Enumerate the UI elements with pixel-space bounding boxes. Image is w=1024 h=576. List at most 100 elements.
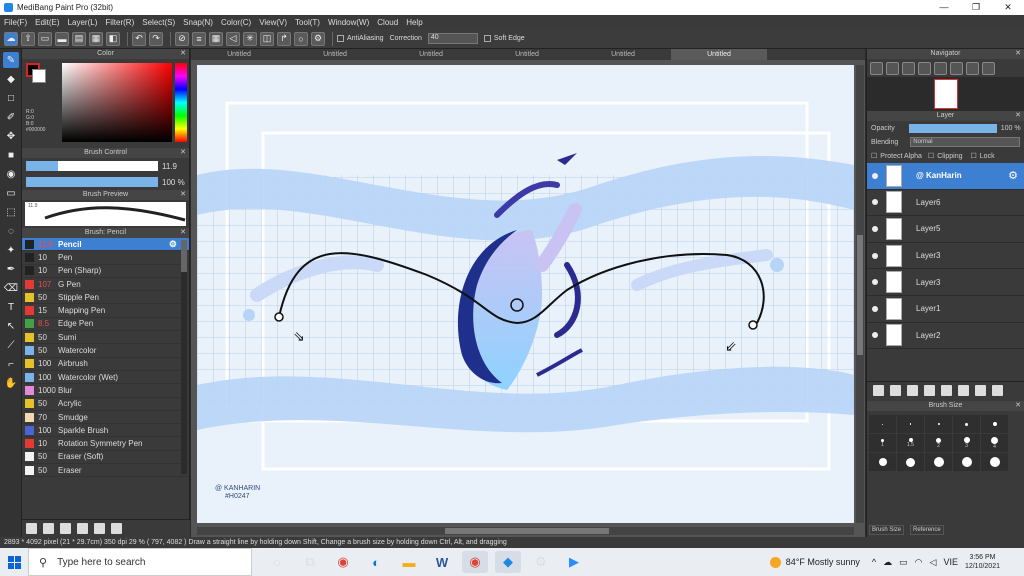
navigator-thumbnail[interactable] <box>934 79 958 109</box>
menu-snap[interactable]: Snap(N) <box>183 18 213 27</box>
close-button[interactable]: ✕ <box>992 0 1024 15</box>
brush-item[interactable]: 50 Acrylic <box>22 397 189 411</box>
wifi-icon[interactable]: ◠ <box>915 557 923 568</box>
select-tool-icon[interactable]: ⬚ <box>3 204 19 220</box>
layer-row[interactable]: Layer6 <box>867 189 1024 217</box>
menu-tool[interactable]: Tool(T) <box>295 18 320 27</box>
clipping-checkbox[interactable]: ☐ <box>928 152 934 160</box>
brush-settings-icon[interactable] <box>43 523 54 534</box>
zoom-out-icon[interactable] <box>886 61 899 75</box>
brush-copy-icon[interactable] <box>60 523 71 534</box>
operation-tool-icon[interactable]: ↖ <box>3 318 19 334</box>
reset-rotation-icon[interactable] <box>950 61 963 75</box>
document-tab[interactable]: Untitled <box>191 49 287 60</box>
brush-item[interactable]: 70 Smudge <box>22 410 189 425</box>
brush-item[interactable]: 100 Airbrush <box>22 357 189 371</box>
brush-duplicate-icon[interactable] <box>94 523 105 534</box>
eyedropper-tool-icon[interactable]: ⌐ <box>3 356 19 372</box>
parallel-snap-icon[interactable]: ≡ <box>192 31 206 46</box>
brush-item[interactable]: 10 Rotation Symmetry Pen <box>22 437 189 451</box>
brush-size-cell[interactable] <box>869 415 896 433</box>
layer-copy-icon[interactable] <box>907 385 918 396</box>
menu-view[interactable]: View(V) <box>259 18 287 27</box>
grid-icon[interactable]: ▦ <box>89 31 103 46</box>
panel-close-icon[interactable]: ✕ <box>180 190 186 200</box>
chevron-up-icon[interactable]: ^ <box>872 557 876 567</box>
redo-icon[interactable]: ↷ <box>149 31 163 46</box>
taskbar-search[interactable]: ⚲ Type here to search <box>28 548 252 576</box>
brush-item[interactable]: 10 Pen (Sharp) <box>22 264 189 278</box>
edge-icon[interactable]: ◐ <box>363 551 389 573</box>
cross-snap-icon[interactable]: ▦ <box>209 31 223 46</box>
start-button[interactable] <box>0 548 28 576</box>
menu-file[interactable]: File(F) <box>4 18 27 27</box>
layer-row[interactable]: Layer2 <box>867 322 1024 350</box>
clock[interactable]: 3:56 PM 12/10/2021 <box>965 553 1000 571</box>
layer-settings-gear-icon[interactable]: ⚙ <box>1008 169 1018 182</box>
vertical-scrollbar[interactable] <box>856 65 864 523</box>
brush-list-scroll-thumb[interactable] <box>181 240 187 272</box>
brush-folder-icon[interactable] <box>77 523 88 534</box>
soft-edge-checkbox[interactable] <box>483 35 491 42</box>
panel-close-icon[interactable]: ✕ <box>180 148 186 158</box>
layer-opacity-slider[interactable] <box>908 123 997 133</box>
protect-alpha-checkbox[interactable]: ☐ <box>871 152 877 160</box>
drawing-canvas[interactable]: ⇘ ⇙ @ KANHARIN #H0247 <box>197 65 854 523</box>
visibility-eye-icon[interactable] <box>872 172 878 179</box>
brush-delete-icon[interactable] <box>111 523 122 534</box>
brush-item[interactable]: 11.9 Pencil ⚙ <box>22 238 189 252</box>
snap-off-icon[interactable]: ⊘ <box>175 31 189 46</box>
text-tool-icon[interactable]: T <box>3 299 19 315</box>
chrome-icon[interactable]: ◉ <box>330 551 356 573</box>
panel-close-icon[interactable]: ✕ <box>1015 111 1021 121</box>
brush-size-cell[interactable] <box>953 415 980 433</box>
lock-checkbox[interactable]: ☐ <box>971 152 977 160</box>
magic-wand-tool-icon[interactable]: ✦ <box>3 242 19 258</box>
layer-folder-icon[interactable] <box>941 385 952 396</box>
brush-size-cell[interactable]: 1.5 <box>897 434 924 452</box>
fit-icon[interactable] <box>902 61 915 75</box>
brush-size-cell[interactable]: 3 <box>953 434 980 452</box>
comment-icon[interactable]: ▬ <box>55 31 69 46</box>
brush-item[interactable]: 100 Watercolor (Wet) <box>22 370 189 385</box>
layer-duplicate-icon[interactable] <box>958 385 969 396</box>
brush-size-cell[interactable] <box>897 415 924 433</box>
brush-item[interactable]: 50 Eraser (Soft) <box>22 450 189 465</box>
brush-size-cell[interactable] <box>869 453 896 471</box>
brush-size-cell[interactable]: 1 <box>869 434 896 452</box>
correction-select[interactable]: 40 <box>427 33 478 44</box>
settings-icon[interactable]: ⚙ <box>528 551 554 573</box>
rotate-left-icon[interactable] <box>934 61 947 75</box>
menu-edit[interactable]: Edit(E) <box>35 18 59 27</box>
move-tool-icon[interactable]: ✥ <box>3 128 19 144</box>
select-pen-tool-icon[interactable]: ✒ <box>3 261 19 277</box>
panel-close-icon[interactable]: ✕ <box>180 228 186 238</box>
chrome-profile-icon[interactable]: ◉ <box>462 551 488 573</box>
layer-row[interactable]: Layer3 <box>867 242 1024 270</box>
language-indicator[interactable]: VIE <box>943 557 958 567</box>
document-tab[interactable]: Untitled <box>383 49 479 60</box>
brush-opacity-slider[interactable] <box>26 177 158 187</box>
onedrive-icon[interactable]: ☁ <box>883 557 892 568</box>
brush-list-scrollbar[interactable] <box>181 240 187 474</box>
layer-row[interactable]: Layer5 <box>867 216 1024 243</box>
antialiasing-checkbox[interactable] <box>337 35 344 42</box>
word-icon[interactable]: W <box>429 551 455 573</box>
layer-delete-icon[interactable] <box>992 385 1003 396</box>
menu-filter[interactable]: Filter(R) <box>105 18 134 27</box>
visibility-eye-icon[interactable] <box>872 199 878 206</box>
brush-item[interactable]: 8.5 Edge Pen <box>22 317 189 332</box>
horizontal-scroll-thumb[interactable] <box>445 528 609 534</box>
panel-close-icon[interactable]: ✕ <box>1015 49 1021 59</box>
document-tab[interactable]: Untitled <box>575 49 671 60</box>
rotate-right-icon[interactable] <box>966 61 979 75</box>
new-layer-options-icon[interactable] <box>890 385 901 396</box>
brush-item[interactable]: 107 G Pen <box>22 277 189 292</box>
brush-item[interactable]: 100 Sparkle Brush <box>22 424 189 438</box>
horizontal-scrollbar[interactable] <box>197 527 854 535</box>
tab-reference[interactable]: Reference <box>910 525 944 535</box>
task-view-icon[interactable]: ⧉ <box>297 551 323 573</box>
visibility-eye-icon[interactable] <box>872 225 878 232</box>
share-icon[interactable]: ⇧ <box>21 31 35 46</box>
medibang-icon[interactable]: ◆ <box>495 551 521 573</box>
